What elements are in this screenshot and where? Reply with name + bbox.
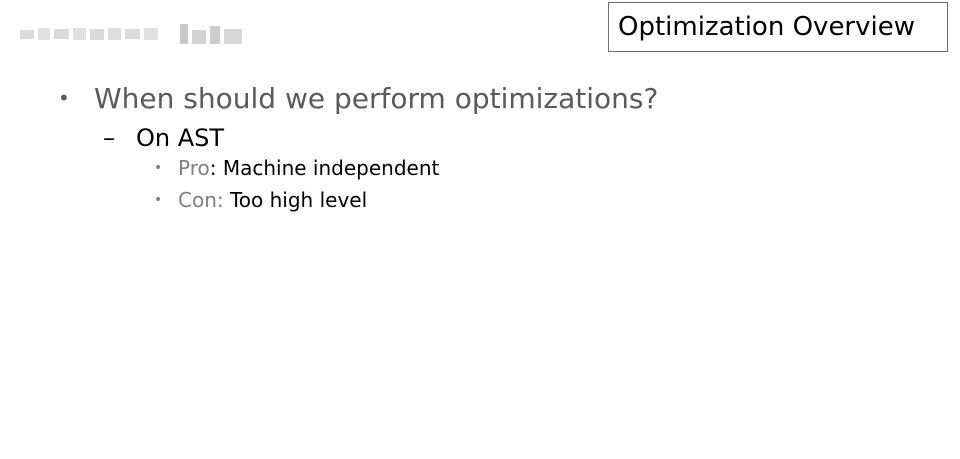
small-bullet-icon: • (154, 160, 163, 176)
con-label: Con: (178, 188, 224, 212)
pro-text: : Machine independent (209, 156, 440, 180)
question-text: When should we perform optimizations? (94, 81, 659, 115)
bullet-question: • When should we perform optimizations? (58, 80, 658, 116)
dash-icon: – (103, 124, 115, 152)
pro-label: Pro (178, 156, 210, 180)
watermark-logo-icon (20, 20, 248, 48)
sub-sub-bullet-con: • Con: Too high level (154, 186, 367, 214)
watermark-mark-icon (180, 24, 242, 44)
sub-bullet-on-ast: – On AST (103, 120, 224, 156)
option-text: On AST (136, 124, 225, 152)
slide-title: Optimization Overview (608, 2, 948, 52)
small-bullet-icon: • (154, 192, 163, 208)
con-text: Too high level (223, 188, 368, 212)
sub-sub-bullet-pro: • Pro : Machine independent (154, 154, 439, 182)
watermark-glyphs-icon (20, 28, 158, 40)
bullet-icon: • (58, 86, 70, 110)
